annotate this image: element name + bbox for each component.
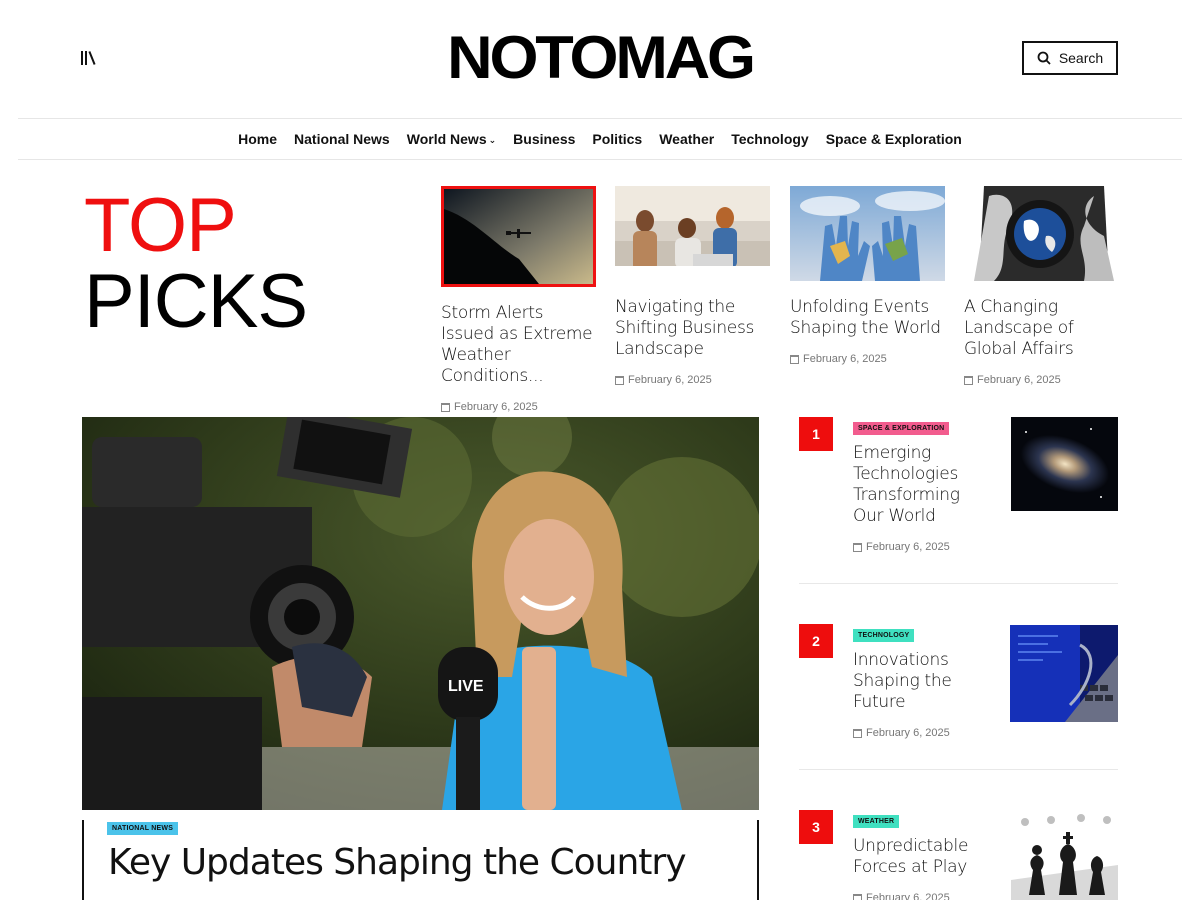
category-badge[interactable]: NATIONAL NEWS — [107, 822, 179, 835]
category-badge[interactable]: SPACE & EXPLORATION — [853, 422, 950, 435]
mic-label: LIVE — [448, 678, 484, 695]
search-label: Search — [1058, 50, 1104, 66]
calendar-icon — [964, 375, 973, 385]
story-image[interactable] — [1011, 810, 1118, 900]
category-badge[interactable]: WEATHER — [853, 815, 900, 828]
top-pick-image[interactable] — [964, 186, 1119, 281]
featured-image[interactable]: LIVE — [82, 417, 759, 810]
top-pick-title[interactable]: Navigating the Shifting Business Landsca… — [615, 297, 770, 360]
calendar-icon — [853, 728, 862, 738]
top-picks-heading: TOP PICKS — [84, 183, 308, 344]
divider — [799, 583, 1118, 584]
top-pick-image[interactable] — [441, 186, 596, 287]
calendar-icon — [441, 402, 450, 412]
post-date-text: February 6, 2025 — [866, 541, 950, 553]
top-picks-heading-red: TOP — [84, 183, 237, 268]
rank-number: 1 — [799, 417, 833, 451]
post-date: February 6, 2025 — [853, 892, 993, 900]
story-body: TECHNOLOGY Innovations Shaping the Futur… — [853, 624, 993, 739]
post-date: February 6, 2025 — [964, 374, 1119, 386]
category-badge[interactable]: TECHNOLOGY — [853, 629, 915, 642]
calendar-icon — [790, 354, 799, 364]
post-date-text: February 6, 2025 — [977, 374, 1061, 386]
top-pick-title[interactable]: Storm Alerts Issued as Extreme Weather C… — [441, 303, 596, 387]
site-header: NOTOMAG Search — [0, 0, 1200, 118]
top-pick-title[interactable]: Unfolding Events Shaping the World — [790, 297, 945, 339]
post-date-text: February 6, 2025 — [866, 892, 950, 900]
nav-item-national-news[interactable]: National News — [294, 131, 390, 147]
nav-item-business[interactable]: Business — [513, 131, 575, 147]
site-logo[interactable]: NOTOMAG — [0, 26, 1200, 90]
top-pick-title[interactable]: A Changing Landscape of Global Affairs — [964, 297, 1119, 360]
nav-item-politics[interactable]: Politics — [592, 131, 642, 147]
nav-item-world-news[interactable]: World News ⌄ — [407, 131, 496, 147]
post-date-text: February 6, 2025 — [866, 727, 950, 739]
story-body: WEATHER Unpredictable Forces at Play Feb… — [853, 810, 993, 900]
post-date-text: February 6, 2025 — [803, 353, 887, 365]
post-date: February 6, 2025 — [853, 541, 993, 553]
top-pick-card: Storm Alerts Issued as Extreme Weather C… — [441, 186, 596, 413]
calendar-icon — [853, 893, 862, 900]
top-pick-image[interactable] — [615, 186, 770, 281]
top-pick-card: A Changing Landscape of Global Affairs F… — [964, 186, 1119, 386]
post-date: February 6, 2025 — [853, 727, 993, 739]
story-image[interactable] — [1010, 625, 1118, 722]
rank-number: 2 — [799, 624, 833, 658]
top-pick-card: Unfolding Events Shaping the World Febru… — [790, 186, 945, 365]
post-date-text: February 6, 2025 — [454, 401, 538, 413]
post-date: February 6, 2025 — [790, 353, 945, 365]
rank-number: 3 — [799, 810, 833, 844]
nav-item-weather[interactable]: Weather — [659, 131, 714, 147]
divider — [799, 769, 1118, 770]
story-title[interactable]: Emerging Technologies Transforming Our W… — [853, 443, 993, 527]
top-pick-card: Navigating the Shifting Business Landsca… — [615, 186, 770, 386]
story-body: SPACE & EXPLORATION Emerging Technologie… — [853, 417, 993, 553]
nav-item-technology[interactable]: Technology — [731, 131, 809, 147]
post-date-text: February 6, 2025 — [628, 374, 712, 386]
nav-item-label: World News — [406, 131, 487, 147]
nav-item-space-exploration[interactable]: Space & Exploration — [826, 131, 962, 147]
calendar-icon — [853, 542, 862, 552]
post-date: February 6, 2025 — [615, 374, 770, 386]
calendar-icon — [615, 375, 624, 385]
featured-title[interactable]: Key Updates Shaping the Country — [108, 842, 687, 884]
nav-item-home[interactable]: Home — [238, 131, 277, 147]
top-picks-heading-black: PICKS — [84, 259, 308, 344]
post-date: February 6, 2025 — [441, 401, 596, 413]
search-icon — [1037, 51, 1051, 65]
search-button[interactable]: Search — [1022, 41, 1118, 75]
story-image[interactable] — [1011, 417, 1118, 511]
story-title[interactable]: Unpredictable Forces at Play — [853, 836, 993, 878]
story-title[interactable]: Innovations Shaping the Future — [853, 650, 993, 713]
featured-caption: NATIONAL NEWS Key Updates Shaping the Co… — [82, 820, 759, 900]
chevron-down-icon: ⌄ — [488, 135, 497, 145]
top-pick-image[interactable] — [790, 186, 945, 281]
main-nav: Home National News World News ⌄ Business … — [18, 118, 1182, 160]
